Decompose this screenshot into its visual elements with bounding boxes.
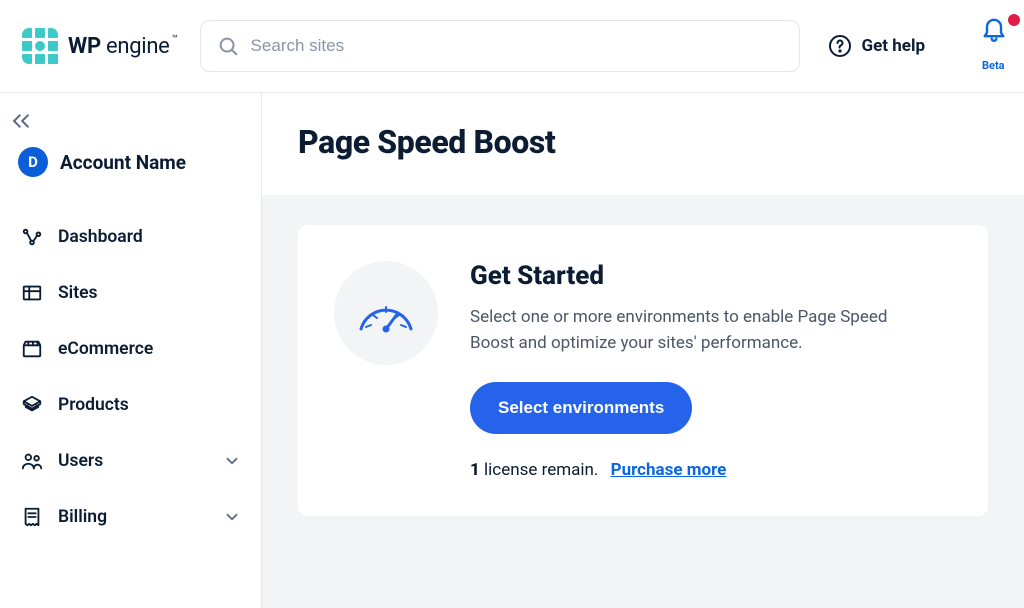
sites-icon: [20, 281, 44, 305]
page-body: Get Started Select one or more environme…: [262, 195, 1024, 608]
chevrons-left-icon: [10, 111, 239, 131]
brand-logo[interactable]: WP engine™: [22, 28, 178, 64]
sidebar-item-label: Sites: [58, 283, 98, 303]
products-icon: [20, 393, 44, 417]
sidebar-item-label: eCommerce: [58, 339, 153, 359]
sidebar-collapse-button[interactable]: [10, 107, 251, 137]
account-name-label: Account Name: [60, 151, 186, 174]
account-switcher[interactable]: D Account Name: [10, 137, 251, 195]
sidebar-nav: Dashboard Sites eCommerce Products: [10, 209, 251, 545]
logo-mark-icon: [22, 28, 58, 64]
gauge-illustration: [334, 261, 438, 365]
sidebar-item-users[interactable]: Users: [10, 433, 251, 489]
search-container: [200, 20, 800, 72]
license-status: 1 license remain. Purchase more: [470, 460, 930, 480]
sidebar: D Account Name Dashboard Sites: [0, 93, 262, 608]
help-icon: [828, 34, 852, 58]
search-box[interactable]: [200, 20, 800, 72]
sidebar-item-billing[interactable]: Billing: [10, 489, 251, 545]
help-label: Get help: [862, 36, 926, 56]
sidebar-item-ecommerce[interactable]: eCommerce: [10, 321, 251, 377]
card-description: Select one or more environments to enabl…: [470, 305, 930, 356]
get-help-link[interactable]: Get help: [828, 34, 926, 58]
gauge-icon: [355, 291, 417, 335]
sidebar-item-label: Users: [58, 451, 103, 471]
chevron-down-icon: [223, 508, 241, 526]
account-initial: D: [28, 153, 38, 171]
sidebar-item-label: Billing: [58, 507, 107, 527]
main-content: Page Speed Boost: [262, 93, 1024, 608]
select-environments-button[interactable]: Select environments: [470, 382, 692, 434]
sidebar-item-products[interactable]: Products: [10, 377, 251, 433]
billing-icon: [20, 505, 44, 529]
account-avatar: D: [18, 147, 48, 177]
sidebar-item-dashboard[interactable]: Dashboard: [10, 209, 251, 265]
brand-engine: engine: [106, 34, 170, 59]
chevron-down-icon: [223, 452, 241, 470]
app-header: WP engine™ Get help Beta: [0, 0, 1024, 93]
brand-wp: WP: [68, 34, 101, 59]
card-body: Get Started Select one or more environme…: [470, 261, 930, 480]
license-count: 1: [470, 460, 480, 480]
search-input[interactable]: [251, 36, 783, 56]
ecommerce-icon: [20, 337, 44, 361]
page-header: Page Speed Boost: [262, 93, 1024, 195]
beta-badge: Beta: [982, 59, 1005, 72]
sidebar-item-sites[interactable]: Sites: [10, 265, 251, 321]
search-icon: [217, 35, 239, 57]
card-heading: Get Started: [470, 261, 930, 291]
page-title: Page Speed Boost: [298, 123, 988, 161]
app-body: D Account Name Dashboard Sites: [0, 93, 1024, 608]
users-icon: [20, 449, 44, 473]
sidebar-item-label: Products: [58, 395, 129, 415]
sidebar-item-label: Dashboard: [58, 227, 143, 247]
notification-dot-icon: [1008, 14, 1020, 26]
get-started-card: Get Started Select one or more environme…: [298, 225, 988, 516]
notifications-button[interactable]: Beta: [980, 14, 1020, 74]
purchase-more-link[interactable]: Purchase more: [611, 460, 727, 480]
dashboard-icon: [20, 225, 44, 249]
brand-text: WP engine™: [68, 34, 178, 59]
license-text: license remain.: [480, 460, 599, 480]
